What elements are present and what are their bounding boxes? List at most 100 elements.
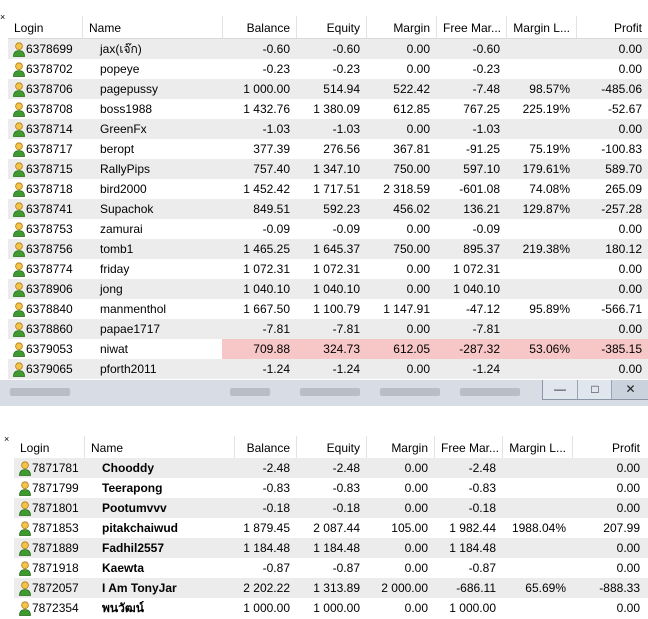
cell-equity: 1 184.48: [313, 541, 360, 555]
cell-free-margin: -1.24: [472, 362, 500, 376]
close-icon[interactable]: ×: [0, 12, 6, 22]
column-header-margin[interactable]: Margin: [366, 16, 436, 38]
cell-balance: 1 072.31: [243, 262, 290, 276]
table-row[interactable]: 6378715 RallyPips 757.40 1 347.10 750.00 597.…: [8, 159, 648, 179]
cell-margin-level: 219.38%: [522, 242, 570, 256]
table-row[interactable]: 6378702 popeye -0.23 -0.23 0.00 -0.23 0.00: [8, 59, 648, 79]
cell-login: 6378708: [26, 102, 73, 116]
table-row[interactable]: 6378753 zamurai -0.09 -0.09 0.00 -0.09 0.00: [8, 219, 648, 239]
table-row[interactable]: 6378717 beropt 377.39 276.56 367.81 -91.25 75.…: [8, 139, 648, 159]
column-header-equity[interactable]: Equity: [296, 436, 366, 458]
column-header-login[interactable]: Login: [8, 16, 82, 38]
cell-profit: 0.00: [618, 62, 642, 76]
cell-login: 6378699: [26, 42, 73, 56]
table-row[interactable]: 6378741 Supachok 849.51 592.23 456.02 136.21 1…: [8, 199, 648, 219]
cell-free-margin: 767.25: [463, 102, 500, 116]
cell-margin-level: [506, 259, 576, 279]
cell-margin-level: 98.57%: [529, 82, 570, 96]
table-row[interactable]: 6378756 tomb1 1 465.25 1 645.37 750.00 895.37…: [8, 239, 648, 259]
table-row[interactable]: 6378840 manmenthol 1 667.50 1 100.79 1 147.9…: [8, 299, 648, 319]
cell-login: 7871889: [32, 541, 79, 555]
cell-login: 7871781: [32, 461, 79, 475]
cell-name: friday: [100, 262, 130, 276]
cell-name: pitakchaiwud: [102, 521, 179, 535]
cell-profit: 0.00: [618, 362, 642, 376]
cell-name: Pootumvvv: [102, 501, 167, 515]
cell-margin-level: [506, 359, 576, 379]
cell-margin: 0.00: [404, 561, 428, 575]
cell-profit: 0.00: [616, 481, 640, 495]
column-header-name[interactable]: Name: [82, 16, 222, 38]
table-row[interactable]: 6379053 niwat 709.88 324.73 612.05 -287.32 53.…: [8, 339, 648, 359]
cell-login: 6378774: [26, 262, 73, 276]
cell-margin: 612.05: [393, 342, 430, 356]
cell-balance: 1 667.50: [243, 302, 290, 316]
cell-login: 6378860: [26, 322, 73, 336]
table-row[interactable]: 7872057 I Am TonyJar 2 202.22 1 313.89 2 000…: [14, 578, 648, 598]
table-row[interactable]: 6378718 bird2000 1 452.42 1 717.51 2 318.59 -…: [8, 179, 648, 199]
table-row[interactable]: 6378706 pagepussy 1 000.00 514.94 522.42 -7.4…: [8, 79, 648, 99]
column-header-free-margin[interactable]: Free Mar...: [436, 16, 506, 38]
cell-free-margin: -91.25: [465, 142, 500, 156]
cell-balance: 1 040.10: [243, 282, 290, 296]
cell-margin-level: [502, 478, 572, 498]
column-header-margin-level[interactable]: Margin L...: [506, 16, 576, 38]
table-row[interactable]: 7871853 pitakchaiwud 1 879.45 2 087.44 105.0…: [14, 518, 648, 538]
table-row[interactable]: 6378774 friday 1 072.31 1 072.31 0.00 1 072.3…: [8, 259, 648, 279]
close-window-button[interactable]: ✕: [611, 380, 648, 399]
table-row[interactable]: 6378906 jong 1 040.10 1 040.10 0.00 1 040.10 0…: [8, 279, 648, 299]
column-header-profit[interactable]: Profit: [572, 436, 646, 458]
cell-equity: -0.83: [332, 481, 360, 495]
cell-free-margin: 1 072.31: [453, 262, 500, 276]
column-header-login[interactable]: Login: [14, 436, 84, 458]
cell-free-margin: -47.12: [465, 302, 500, 316]
cell-balance: -7.81: [262, 322, 290, 336]
cell-balance: 757.40: [253, 162, 290, 176]
column-header-margin-level[interactable]: Margin L...: [502, 436, 572, 458]
table-row[interactable]: 7871918 Kaewta -0.87 -0.87 0.00 -0.87 0.00: [14, 558, 648, 578]
maximize-button[interactable]: □: [577, 380, 612, 399]
cell-equity: -1.03: [332, 122, 360, 136]
cell-margin: 0.00: [406, 122, 430, 136]
cell-margin-level: [506, 279, 576, 299]
cell-equity: 1 313.89: [313, 581, 360, 595]
column-header-free-margin[interactable]: Free Mar...: [434, 436, 502, 458]
cell-margin: 0.00: [406, 322, 430, 336]
cell-free-margin: -686.11: [456, 581, 496, 595]
cell-name: pagepussy: [100, 82, 159, 96]
cell-margin-level: 74.08%: [529, 182, 570, 196]
column-header-balance[interactable]: Balance: [234, 436, 296, 458]
table-row[interactable]: 7872354 พนวัฒน์ 1 000.00 1 000.00 0.00 1 000.…: [14, 598, 648, 618]
table-row[interactable]: 7871801 Pootumvvv -0.18 -0.18 0.00 -0.18 0.00: [14, 498, 648, 518]
table-row[interactable]: 6379065 pforth2011 -1.24 -1.24 0.00 -1.24 0.00: [8, 359, 648, 379]
cell-login: 7872354: [32, 601, 79, 615]
cell-login: 7872057: [32, 581, 79, 595]
column-header-name[interactable]: Name: [84, 436, 234, 458]
cell-equity: 1 380.09: [313, 102, 360, 116]
cell-margin: 0.00: [406, 262, 430, 276]
cell-equity: 324.73: [323, 342, 360, 356]
window-controls: — □ ✕: [542, 380, 648, 400]
table-row[interactable]: 6378860 papae1717 -7.81 -7.81 0.00 -7.81 0.00: [8, 319, 648, 339]
cell-free-margin: -0.18: [468, 501, 496, 515]
minimize-button[interactable]: —: [543, 380, 577, 399]
table-row[interactable]: 6378714 GreenFx -1.03 -1.03 0.00 -1.03 0.00: [8, 119, 648, 139]
table-row[interactable]: 7871781 Chooddy -2.48 -2.48 0.00 -2.48 0.00: [14, 458, 648, 478]
table-row[interactable]: 7871889 Fadhil2557 1 184.48 1 184.48 0.00 1 1…: [14, 538, 648, 558]
cell-equity: 514.94: [323, 82, 360, 96]
column-header-balance[interactable]: Balance: [222, 16, 296, 38]
cell-free-margin: -0.60: [472, 42, 500, 56]
column-header-equity[interactable]: Equity: [296, 16, 366, 38]
cell-name: manmenthol: [100, 302, 167, 316]
cell-balance: 1 000.00: [243, 601, 290, 615]
cell-balance: 1 879.45: [243, 521, 290, 535]
table-row[interactable]: 6378708 boss1988 1 432.76 1 380.09 612.85 767…: [8, 99, 648, 119]
table-row[interactable]: 6378699 jax(เจ๊ก) -0.60 -0.60 0.00 -0.60 0.00: [8, 39, 648, 59]
table-row[interactable]: 7871799 Teerapong -0.83 -0.83 0.00 -0.83 0.00: [14, 478, 648, 498]
close-icon[interactable]: ×: [4, 434, 9, 444]
cell-margin-level: [502, 538, 572, 558]
cell-margin: 750.00: [393, 242, 430, 256]
column-header-profit[interactable]: Profit: [576, 16, 648, 38]
cell-profit: 265.09: [605, 182, 642, 196]
column-header-margin[interactable]: Margin: [366, 436, 434, 458]
